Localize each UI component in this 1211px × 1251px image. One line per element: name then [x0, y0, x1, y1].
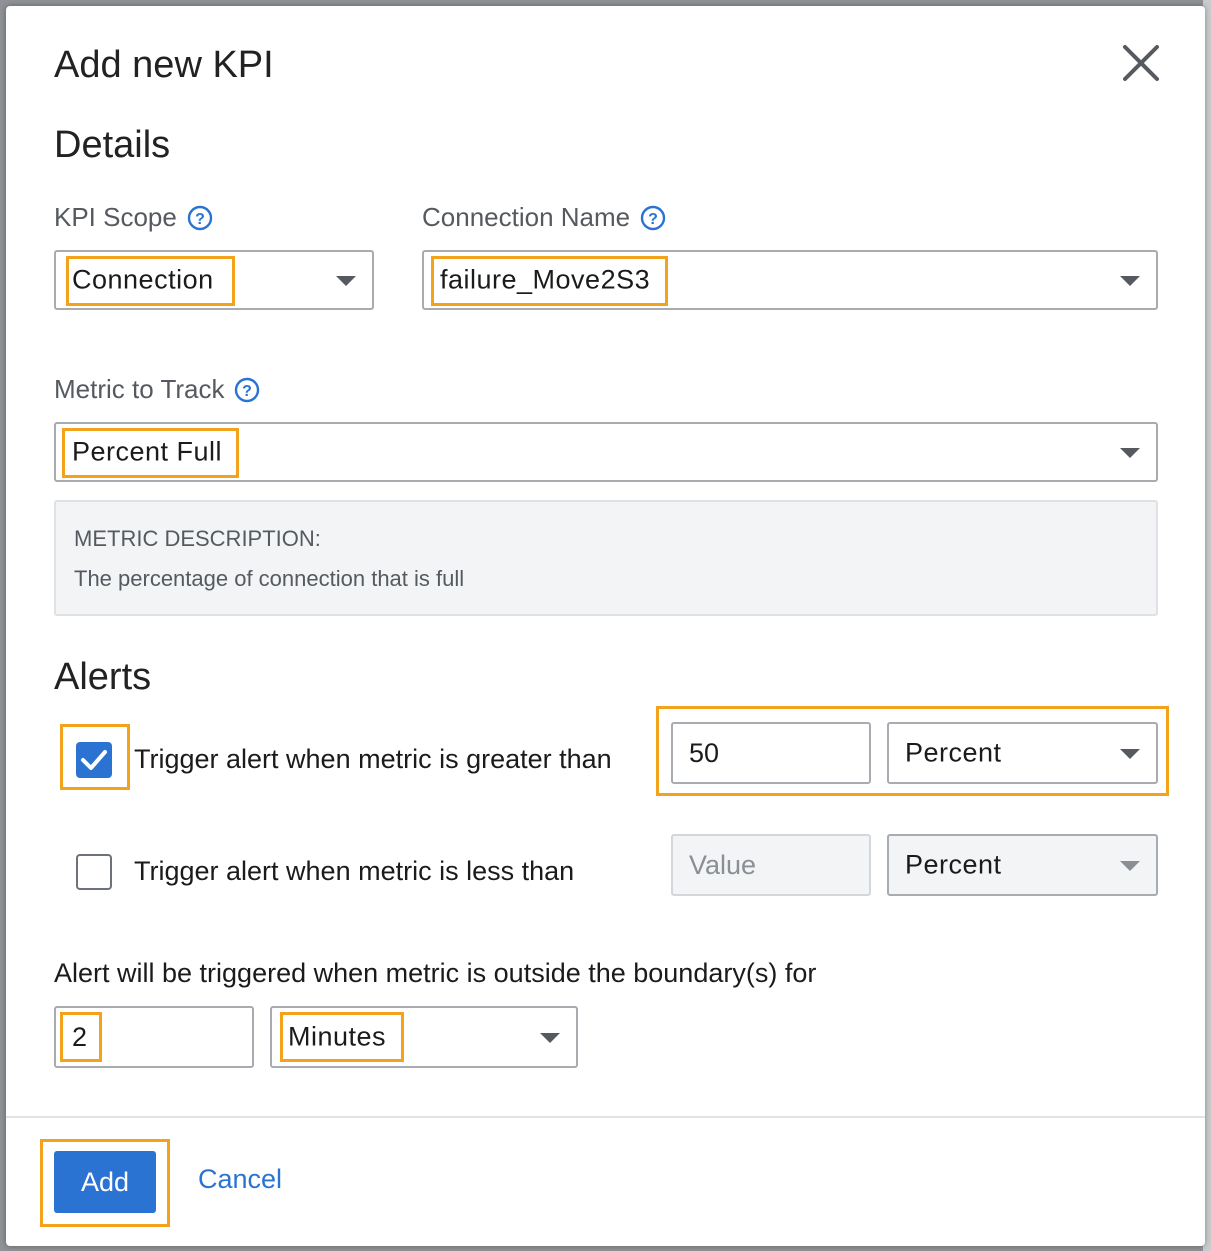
less-than-value-input[interactable] — [671, 834, 871, 896]
metric-select[interactable]: Percent Full — [54, 422, 1158, 482]
help-icon[interactable]: ? — [640, 205, 666, 231]
add-button[interactable]: Add — [54, 1151, 156, 1213]
checkmark-icon — [81, 750, 107, 770]
greater-than-checkbox[interactable] — [76, 742, 112, 778]
duration-value-input[interactable] — [54, 1006, 254, 1068]
svg-text:?: ? — [195, 211, 205, 228]
svg-text:?: ? — [243, 383, 253, 400]
kpi-scope-value: Connection — [72, 264, 214, 295]
kpi-scope-label-row: KPI Scope ? — [54, 202, 213, 233]
greater-than-unit-select[interactable]: Percent — [887, 722, 1158, 784]
duration-unit-select[interactable]: Minutes — [270, 1006, 578, 1068]
chevron-down-icon — [1120, 861, 1140, 871]
chevron-down-icon — [336, 276, 356, 286]
help-icon[interactable]: ? — [187, 205, 213, 231]
alerts-heading: Alerts — [54, 656, 152, 698]
less-than-unit-select[interactable]: Percent — [887, 834, 1158, 896]
chevron-down-icon — [1120, 276, 1140, 286]
less-than-unit-value: Percent — [905, 849, 1002, 880]
metric-label-row: Metric to Track ? — [54, 374, 260, 405]
duration-unit-value: Minutes — [288, 1021, 387, 1052]
kpi-scope-select[interactable]: Connection — [54, 250, 374, 310]
help-icon[interactable]: ? — [234, 377, 260, 403]
metric-description-text: The percentage of connection that is ful… — [74, 566, 465, 591]
boundary-label: Alert will be triggered when metric is o… — [54, 958, 817, 988]
greater-than-label: Trigger alert when metric is greater tha… — [134, 744, 612, 774]
metric-value: Percent Full — [72, 436, 223, 467]
connection-name-value: failure_Move2S3 — [440, 264, 651, 295]
close-button[interactable] — [1118, 40, 1164, 86]
connection-name-label-row: Connection Name ? — [422, 202, 666, 233]
chevron-down-icon — [1120, 749, 1140, 759]
greater-than-unit-value: Percent — [905, 737, 1002, 768]
kpi-scope-label: KPI Scope — [54, 202, 177, 232]
connection-name-label: Connection Name — [422, 202, 631, 232]
footer-divider — [6, 1116, 1205, 1118]
less-than-label: Trigger alert when metric is less than — [134, 856, 575, 886]
svg-text:?: ? — [648, 211, 658, 228]
less-than-checkbox[interactable] — [76, 854, 112, 890]
cancel-button[interactable]: Cancel — [198, 1164, 282, 1195]
metric-label: Metric to Track — [54, 374, 225, 404]
add-kpi-dialog: Add new KPI Details KPI Scope ? Connecti… — [6, 6, 1205, 1246]
details-heading: Details — [54, 124, 171, 166]
metric-description-box: METRIC DESCRIPTION: The percentage of co… — [54, 500, 1158, 616]
greater-than-value-input[interactable] — [671, 722, 871, 784]
close-icon — [1123, 45, 1159, 81]
chevron-down-icon — [540, 1033, 560, 1043]
metric-description-label: METRIC DESCRIPTION: — [74, 526, 321, 551]
connection-name-select[interactable]: failure_Move2S3 — [422, 250, 1158, 310]
chevron-down-icon — [1120, 448, 1140, 458]
dialog-title: Add new KPI — [54, 44, 274, 86]
